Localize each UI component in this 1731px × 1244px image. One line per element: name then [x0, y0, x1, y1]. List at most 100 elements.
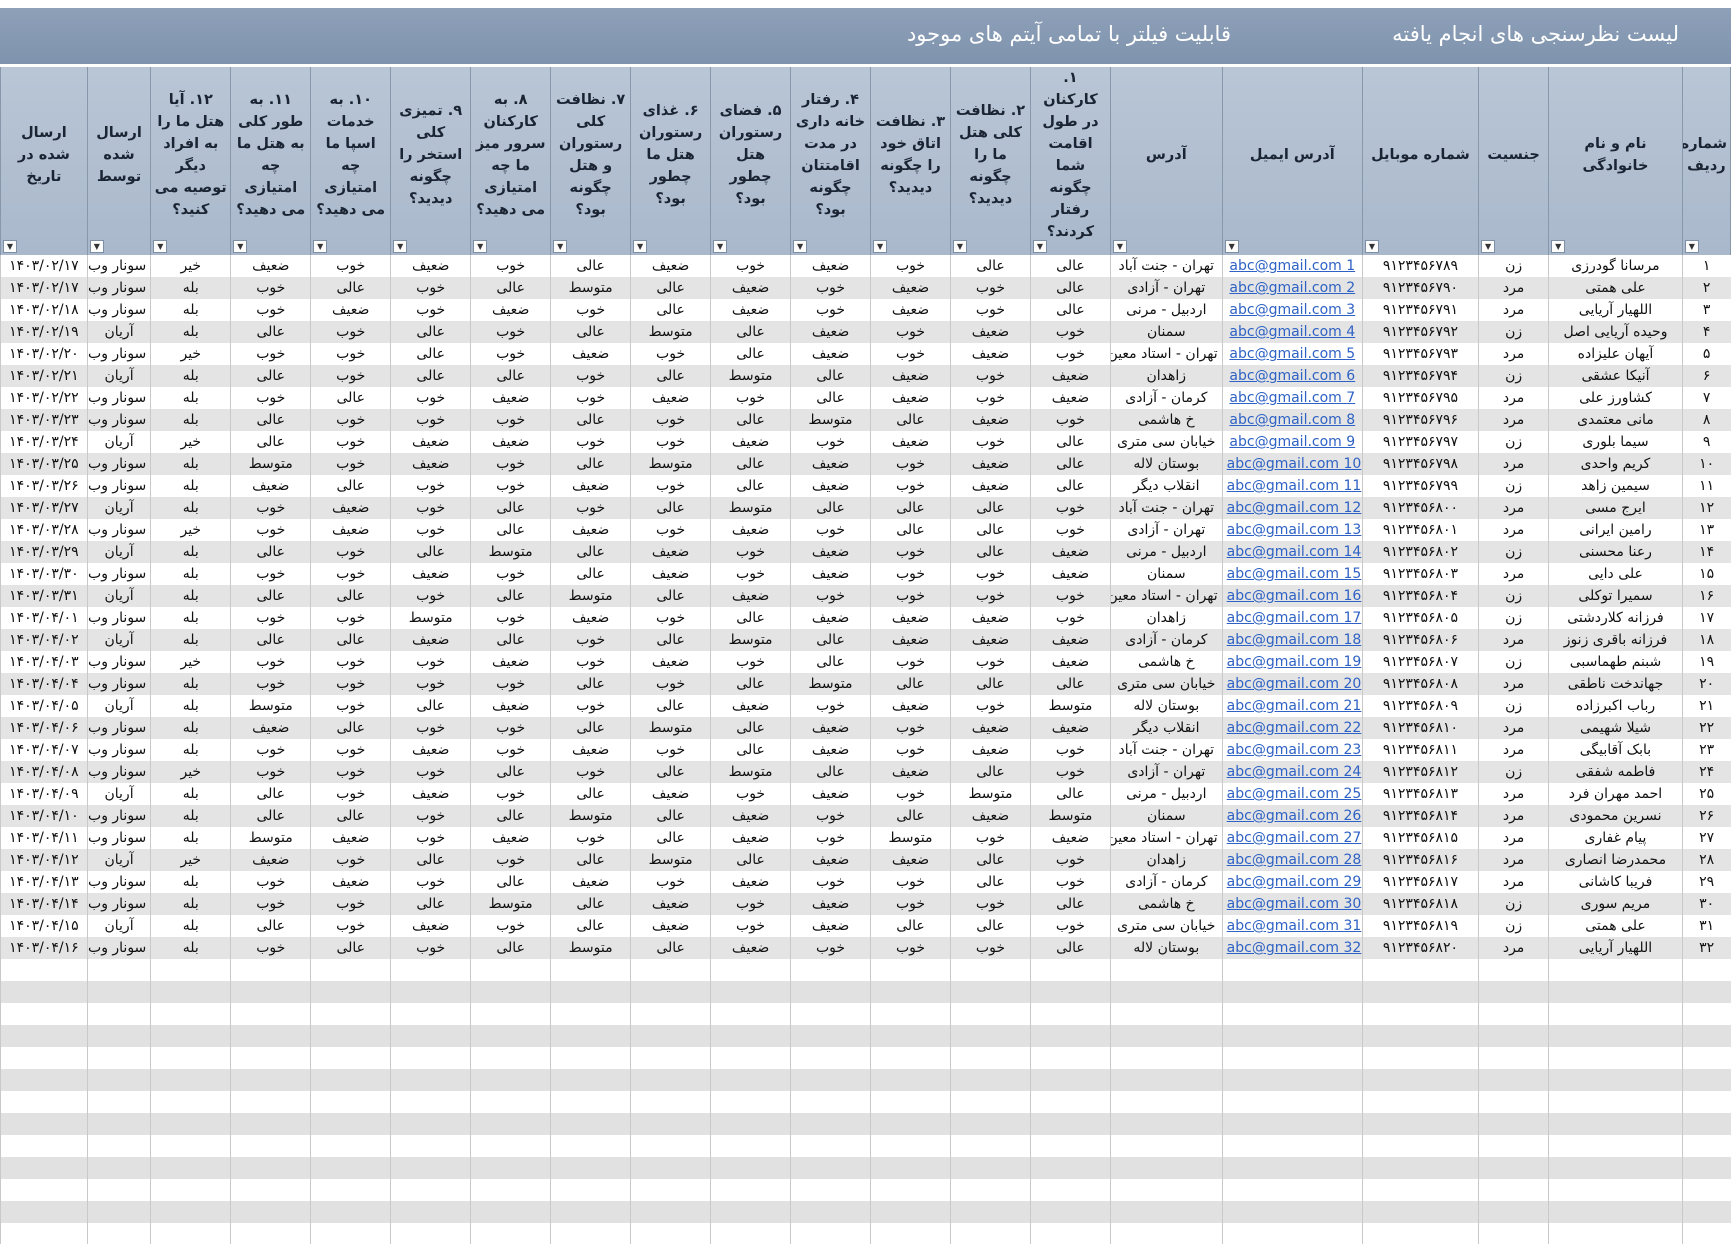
- table-cell[interactable]: کرمان - آزادی: [1109, 629, 1223, 651]
- empty-cell[interactable]: [1109, 1135, 1223, 1157]
- table-cell[interactable]: آنیکا عشقی: [1548, 365, 1683, 387]
- table-cell[interactable]: ضعیف: [630, 255, 711, 277]
- table-cell[interactable]: ضعیف: [390, 629, 471, 651]
- empty-cell[interactable]: [1221, 1157, 1363, 1179]
- empty-cell[interactable]: [949, 1135, 1031, 1157]
- empty-cell[interactable]: [949, 1069, 1031, 1091]
- table-cell[interactable]: ضعیف: [630, 783, 711, 805]
- table-row[interactable]: ۱۱ سیمین زاهد زن ۹۱۲۳۴۵۶۷۹۹ abc@gmail.com 11…: [0, 475, 1731, 497]
- table-cell[interactable]: ضعیف: [949, 343, 1031, 365]
- table-cell[interactable]: خوب: [1029, 607, 1111, 629]
- empty-cell[interactable]: [1681, 1091, 1731, 1113]
- table-cell[interactable]: زاهدان: [1109, 607, 1223, 629]
- empty-cell[interactable]: [550, 1047, 631, 1069]
- empty-cell[interactable]: [0, 981, 88, 1003]
- table-cell[interactable]: خوب: [470, 783, 551, 805]
- table-cell[interactable]: خوب: [310, 673, 391, 695]
- table-cell[interactable]: انقلاب دیگر: [1109, 717, 1223, 739]
- empty-cell[interactable]: [710, 1047, 791, 1069]
- table-cell[interactable]: بله: [150, 827, 231, 849]
- table-cell[interactable]: خوب: [310, 849, 391, 871]
- empty-cell[interactable]: [1029, 1091, 1111, 1113]
- table-cell[interactable]: عالی: [230, 321, 311, 343]
- empty-cell[interactable]: [1221, 1223, 1363, 1244]
- email-link[interactable]: abc@gmail.com 4: [1229, 324, 1355, 340]
- table-cell[interactable]: ۹۱۲۳۴۵۶۷۹۵: [1361, 387, 1479, 409]
- table-cell[interactable]: abc@gmail.com 31: [1221, 915, 1363, 937]
- table-cell[interactable]: متوسط: [630, 321, 711, 343]
- table-row[interactable]: ۲۲ شیلا شهیمی مرد ۹۱۲۳۴۵۶۸۱۰ abc@gmail.com 2…: [0, 717, 1731, 739]
- table-cell[interactable]: ۱۴۰۳/۰۴/۰۱: [0, 607, 88, 629]
- empty-cell[interactable]: [1221, 1179, 1363, 1201]
- table-cell[interactable]: سونار وب: [86, 827, 151, 849]
- table-cell[interactable]: خیر: [150, 431, 231, 453]
- empty-cell[interactable]: [1109, 1113, 1223, 1135]
- table-cell[interactable]: ۳۲: [1681, 937, 1731, 959]
- table-cell[interactable]: عالی: [550, 563, 631, 585]
- table-cell[interactable]: خوب: [470, 453, 551, 475]
- table-cell[interactable]: ۱۴۰۳/۰۳/۳۰: [0, 563, 88, 585]
- table-row[interactable]: ۲۹ فریبا کاشانی مرد ۹۱۲۳۴۵۶۸۱۷ abc@gmail.com…: [0, 871, 1731, 893]
- table-cell[interactable]: ضعیف: [390, 453, 471, 475]
- table-cell[interactable]: متوسط: [550, 585, 631, 607]
- empty-row[interactable]: [0, 1003, 1731, 1025]
- empty-cell[interactable]: [1361, 1025, 1479, 1047]
- table-cell[interactable]: خوب: [390, 277, 471, 299]
- table-cell[interactable]: خیر: [150, 849, 231, 871]
- table-cell[interactable]: ضعیف: [470, 695, 551, 717]
- empty-cell[interactable]: [230, 1069, 311, 1091]
- table-cell[interactable]: سونار وب: [86, 739, 151, 761]
- email-link[interactable]: abc@gmail.com 29: [1227, 874, 1362, 890]
- table-cell[interactable]: رباب اکبرزاده: [1548, 695, 1683, 717]
- table-cell[interactable]: خوب: [949, 563, 1031, 585]
- table-cell[interactable]: خوب: [870, 453, 951, 475]
- table-cell[interactable]: شبنم طهماسبی: [1548, 651, 1683, 673]
- table-cell[interactable]: متوسط: [470, 541, 551, 563]
- table-cell[interactable]: عالی: [470, 871, 551, 893]
- empty-cell[interactable]: [310, 1223, 391, 1244]
- empty-cell[interactable]: [1221, 1069, 1363, 1091]
- table-cell[interactable]: زن: [1478, 255, 1549, 277]
- table-cell[interactable]: ضعیف: [1029, 563, 1111, 585]
- table-cell[interactable]: ضعیف: [790, 893, 871, 915]
- table-row[interactable]: ۲۶ نسرین محمودی مرد ۹۱۲۳۴۵۶۸۱۴ abc@gmail.com…: [0, 805, 1731, 827]
- table-cell[interactable]: abc@gmail.com 25: [1221, 783, 1363, 805]
- table-cell[interactable]: ضعیف: [310, 497, 391, 519]
- empty-cell[interactable]: [949, 1047, 1031, 1069]
- empty-cell[interactable]: [949, 981, 1031, 1003]
- table-cell[interactable]: خوب: [1029, 849, 1111, 871]
- table-cell[interactable]: ضعیف: [949, 805, 1031, 827]
- table-cell[interactable]: سیمین زاهد: [1548, 475, 1683, 497]
- table-cell[interactable]: سونار وب: [86, 387, 151, 409]
- table-cell[interactable]: ضعیف: [790, 453, 871, 475]
- table-cell[interactable]: عالی: [550, 849, 631, 871]
- table-cell[interactable]: ضعیف: [630, 651, 711, 673]
- empty-cell[interactable]: [949, 1003, 1031, 1025]
- table-cell[interactable]: سونار وب: [86, 277, 151, 299]
- table-cell[interactable]: ۲۷: [1681, 827, 1731, 849]
- empty-cell[interactable]: [1029, 1025, 1111, 1047]
- table-cell[interactable]: تهران - جنت آباد: [1109, 255, 1223, 277]
- empty-cell[interactable]: [1478, 1003, 1549, 1025]
- table-cell[interactable]: عالی: [470, 497, 551, 519]
- table-cell[interactable]: بله: [150, 915, 231, 937]
- table-cell[interactable]: وحیده آریایی اصل: [1548, 321, 1683, 343]
- table-cell[interactable]: abc@gmail.com 23: [1221, 739, 1363, 761]
- table-cell[interactable]: ضعیف: [710, 695, 791, 717]
- table-cell[interactable]: متوسط: [710, 365, 791, 387]
- empty-cell[interactable]: [1361, 1069, 1479, 1091]
- empty-cell[interactable]: [150, 1025, 231, 1047]
- table-cell[interactable]: abc@gmail.com 30: [1221, 893, 1363, 915]
- table-cell[interactable]: ۴: [1681, 321, 1731, 343]
- table-cell[interactable]: خوب: [550, 827, 631, 849]
- filter-dropdown-icon[interactable]: ▼: [1112, 240, 1127, 253]
- email-link[interactable]: abc@gmail.com 9: [1229, 434, 1355, 450]
- empty-cell[interactable]: [150, 959, 231, 981]
- table-cell[interactable]: کرمان - آزادی: [1109, 387, 1223, 409]
- table-cell[interactable]: اردبیل - مرنی: [1109, 783, 1223, 805]
- email-link[interactable]: abc@gmail.com 13: [1227, 522, 1362, 538]
- table-cell[interactable]: ۹۱۲۳۴۵۶۷۹۱: [1361, 299, 1479, 321]
- table-cell[interactable]: خوب: [390, 805, 471, 827]
- table-cell[interactable]: بله: [150, 387, 231, 409]
- empty-cell[interactable]: [390, 1069, 471, 1091]
